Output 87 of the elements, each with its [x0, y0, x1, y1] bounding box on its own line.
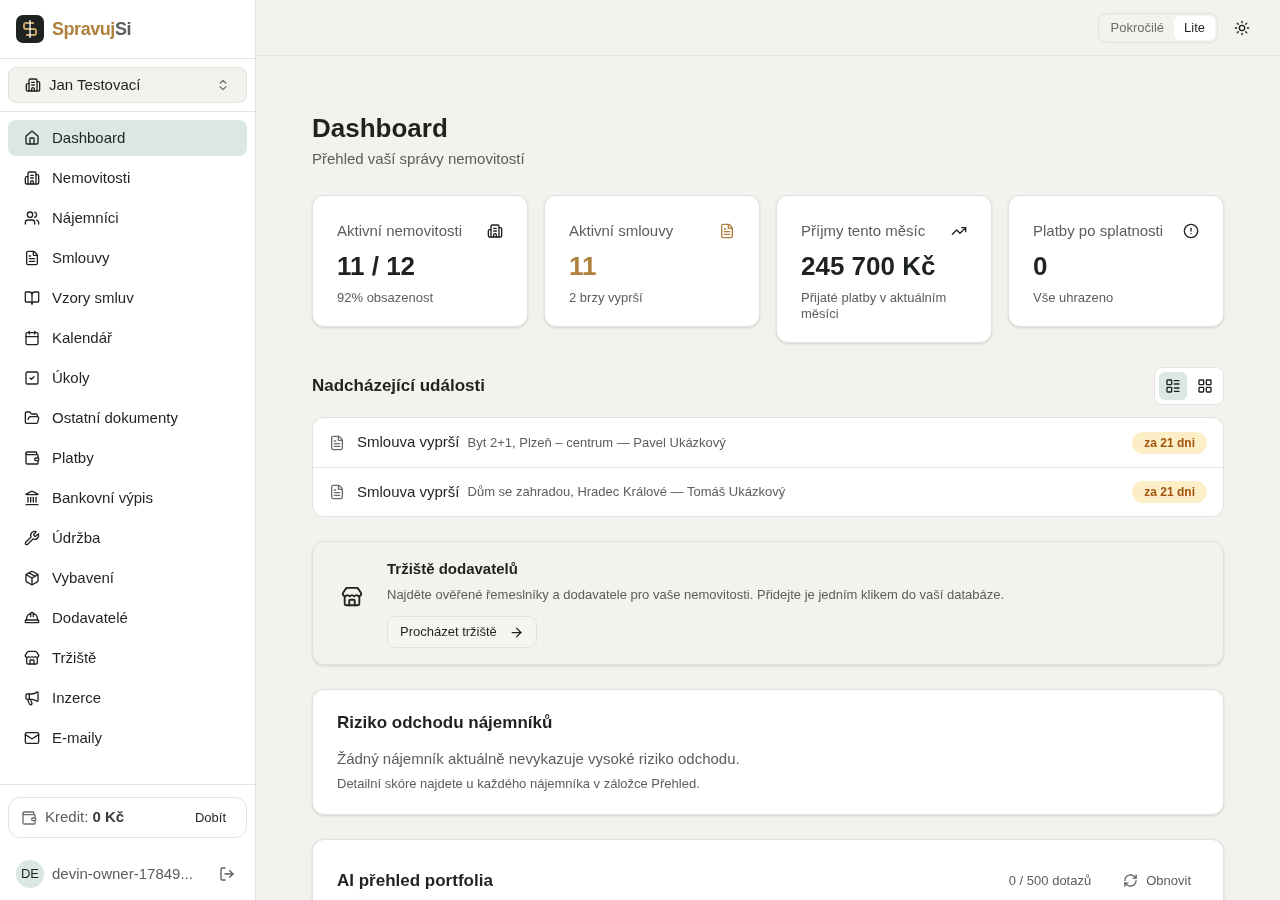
- nav-item[interactable]: E-maily: [8, 720, 247, 756]
- nav-item[interactable]: Bankovní výpis: [8, 480, 247, 516]
- churn-text: Žádný nájemník aktuálně nevykazuje vysoké riziko odchodu.: [337, 748, 741, 769]
- churn-note: Detailní skóre najdete u každého nájemníka v záložce Přehled.: [337, 775, 701, 793]
- nav-item[interactable]: Nemovitosti: [8, 160, 247, 196]
- wrench-icon: [24, 530, 40, 546]
- refresh-icon: [1123, 872, 1139, 888]
- event-title: Smlouva vyprší: [357, 481, 460, 502]
- stat-note: Přijaté platby v aktuálním měsíci: [801, 290, 948, 322]
- stat-value: 0: [1033, 250, 1049, 282]
- nav-item[interactable]: Tržiště: [8, 640, 247, 676]
- home-icon: [24, 130, 40, 146]
- document-icon: [719, 222, 735, 239]
- card-title: AI přehled portfolia: [337, 869, 493, 892]
- marketplace-title: Tržiště dodavatelů: [387, 559, 519, 579]
- checkbox-icon: [24, 370, 40, 386]
- section-title: Nadcházející události: [312, 375, 485, 398]
- stat-value: 245 700 Kč: [801, 250, 937, 282]
- page-subtitle: Přehled vaší správy nemovitostí: [312, 149, 526, 169]
- nav-item[interactable]: Nájemníci: [8, 200, 247, 236]
- stat-value: 11 / 12: [337, 250, 417, 282]
- store-icon: [24, 650, 40, 666]
- due-badge: za 21 dni: [1132, 481, 1207, 503]
- stat-title: Příjmy tento měsíc: [801, 220, 926, 241]
- nav-item[interactable]: Smlouvy: [8, 240, 247, 276]
- usage-counter: 0 / 500 dotazů: [1008, 871, 1092, 890]
- credit-label: Kredit: 0 Kč: [45, 807, 125, 828]
- nav-item[interactable]: Úkoly: [8, 360, 247, 396]
- refresh-button[interactable]: Obnovit: [1115, 870, 1199, 890]
- stat-note: 2 brzy vyprší: [569, 290, 644, 306]
- mode-tab[interactable]: Pokročilé: [1100, 15, 1175, 40]
- stat-title: Platby po splatnosti: [1033, 220, 1164, 241]
- megaphone-icon: [24, 690, 40, 706]
- event-row[interactable]: Smlouva vyprší Byt 2+1, Plzeň – centrum — Pavel Ukázkový za 21 dni: [313, 418, 1223, 467]
- folder-icon: [24, 410, 40, 426]
- stat-note: Vše uhrazeno: [1033, 290, 1115, 306]
- browse-marketplace-button[interactable]: Procházet tržiště: [387, 616, 537, 648]
- nav-item[interactable]: Vybavení: [8, 560, 247, 596]
- grid-view-icon: [1197, 378, 1213, 394]
- stat-title: Aktivní nemovitosti: [337, 220, 463, 241]
- list-view-button[interactable]: [1159, 372, 1187, 400]
- book-icon: [24, 290, 40, 306]
- hard-hat-icon: [24, 610, 40, 626]
- calendar-icon: [24, 330, 40, 346]
- document-icon: [24, 250, 40, 266]
- document-icon: [329, 484, 345, 500]
- avatar: DE: [16, 860, 44, 888]
- stat-value: 11: [569, 250, 598, 282]
- nav-item[interactable]: Ostatní dokumenty: [8, 400, 247, 436]
- building-icon: [487, 222, 503, 239]
- page-title: Dashboard: [312, 112, 449, 144]
- package-icon: [24, 570, 40, 586]
- mode-tab[interactable]: Lite: [1174, 15, 1215, 40]
- account-switcher[interactable]: Jan Testovací: [8, 67, 247, 103]
- event-detail: Dům se zahradou, Hradec Králové — Tomáš Ukázkový: [467, 483, 786, 502]
- nav-item[interactable]: Dashboard: [8, 120, 247, 156]
- brand-name: SpravujSi: [52, 18, 131, 41]
- user-name: devin-owner-17849...: [52, 863, 193, 884]
- event-detail: Byt 2+1, Plzeň – centrum — Pavel Ukázkový: [467, 433, 726, 452]
- alert-icon: [1183, 222, 1199, 239]
- logo-icon: [16, 15, 44, 43]
- nav-item[interactable]: Kalendář: [8, 320, 247, 356]
- nav-item[interactable]: Údržba: [8, 520, 247, 556]
- stat-title: Aktivní smlouvy: [569, 220, 674, 241]
- building-icon: [25, 77, 41, 93]
- building-icon: [24, 170, 40, 186]
- event-row[interactable]: Smlouva vyprší Dům se zahradou, Hradec Králové — Tomáš Ukázkový za 21 dni: [313, 467, 1223, 516]
- document-icon: [329, 434, 345, 451]
- list-view-icon: [1165, 378, 1181, 394]
- card-title: Riziko odchodu nájemníků: [337, 712, 554, 734]
- logout-icon: [219, 866, 235, 882]
- bank-icon: [24, 490, 40, 506]
- nav-item[interactable]: Dodavatelé: [8, 600, 247, 636]
- nav-item[interactable]: Inzerce: [8, 680, 247, 716]
- wallet-icon: [24, 450, 40, 466]
- event-title: Smlouva vyprší: [357, 432, 460, 453]
- nav-item[interactable]: Vzory smluv: [8, 280, 247, 316]
- users-icon: [24, 210, 40, 226]
- nav-item[interactable]: Platby: [8, 440, 247, 476]
- mail-icon: [24, 730, 40, 746]
- wallet-icon: [21, 809, 37, 826]
- marketplace-text: Najděte ověřené řemeslníky a dodavatele pro vaše nemovitosti. Přidejte je jedním klikem do vaší databáze.: [387, 585, 1005, 604]
- due-badge: za 21 dni: [1132, 431, 1207, 454]
- stat-note: 92% obsazenost: [337, 290, 435, 306]
- store-icon: [341, 586, 363, 608]
- arrow-right-icon: [508, 624, 524, 640]
- top-up-button[interactable]: Dobít: [186, 807, 234, 828]
